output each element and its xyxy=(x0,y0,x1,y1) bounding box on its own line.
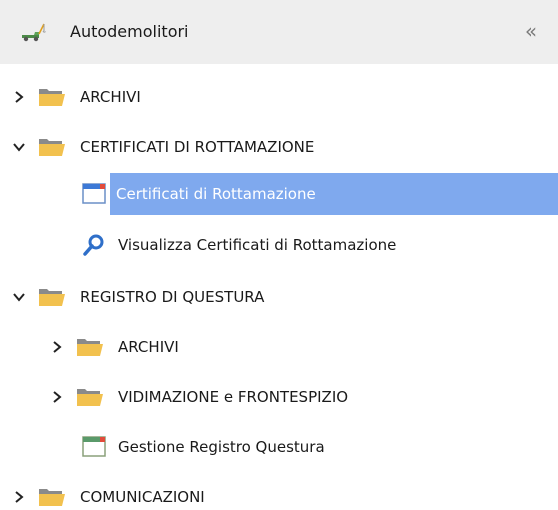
folder-icon xyxy=(76,386,104,408)
tree-node-comunicazioni[interactable]: COMUNICAZIONI xyxy=(0,477,558,510)
chevron-right-icon[interactable] xyxy=(12,89,26,103)
tree-node-archivi[interactable]: ARCHIVI xyxy=(0,77,558,117)
panel-header: Autodemolitori « xyxy=(0,0,558,64)
tree-node-label: ARCHIVI xyxy=(80,88,141,106)
chevron-right-icon[interactable] xyxy=(50,389,64,403)
tree-node-label: ARCHIVI xyxy=(118,338,179,356)
tree-item-gestione-registro-questura[interactable]: Gestione Registro Questura xyxy=(74,427,558,467)
chevron-right-icon[interactable] xyxy=(50,339,64,353)
tree-node-registro-di-questura[interactable]: REGISTRO DI QUESTURA xyxy=(0,277,558,317)
folder-icon xyxy=(38,486,66,508)
folder-open-icon xyxy=(38,136,66,158)
folder-open-icon xyxy=(38,286,66,308)
tree-item-visualizza-certificati[interactable]: Visualizza Certificati di Rottamazione xyxy=(74,225,558,265)
search-icon xyxy=(82,233,106,257)
tree-item-label: Gestione Registro Questura xyxy=(118,438,325,456)
navigation-panel: Autodemolitori « ARCHIVI CERTIFICATI DI … xyxy=(0,0,558,510)
tree-node-label: CERTIFICATI DI ROTTAMAZIONE xyxy=(80,138,315,156)
chevron-down-icon[interactable] xyxy=(12,139,26,153)
tree-node-label: VIDIMAZIONE e FRONTESPIZIO xyxy=(118,388,349,406)
window-form-icon xyxy=(82,435,106,459)
folder-icon xyxy=(38,86,66,108)
tree-node-vidimazione-e-frontespizio[interactable]: VIDIMAZIONE e FRONTESPIZIO xyxy=(40,377,558,417)
tree-item-label: Visualizza Certificati di Rottamazione xyxy=(118,236,397,254)
tree-item-certificati-di-rottamazione[interactable]: Certificati di Rottamazione xyxy=(110,173,558,215)
tree-node-label: REGISTRO DI QUESTURA xyxy=(80,288,265,306)
double-chevron-left-icon[interactable]: « xyxy=(518,18,544,44)
panel-title: Autodemolitori xyxy=(70,22,189,41)
window-form-icon xyxy=(82,182,106,210)
folder-icon xyxy=(76,336,104,358)
tree-node-certificati-di-rottamazione[interactable]: CERTIFICATI DI ROTTAMAZIONE xyxy=(0,127,558,167)
chevron-down-icon[interactable] xyxy=(12,289,26,303)
tow-truck-icon xyxy=(20,20,48,44)
tree-node-registro-archivi[interactable]: ARCHIVI xyxy=(40,327,558,367)
chevron-right-icon[interactable] xyxy=(12,489,26,503)
tree-item-label: Certificati di Rottamazione xyxy=(116,185,316,203)
tree-node-label: COMUNICAZIONI xyxy=(80,488,205,506)
